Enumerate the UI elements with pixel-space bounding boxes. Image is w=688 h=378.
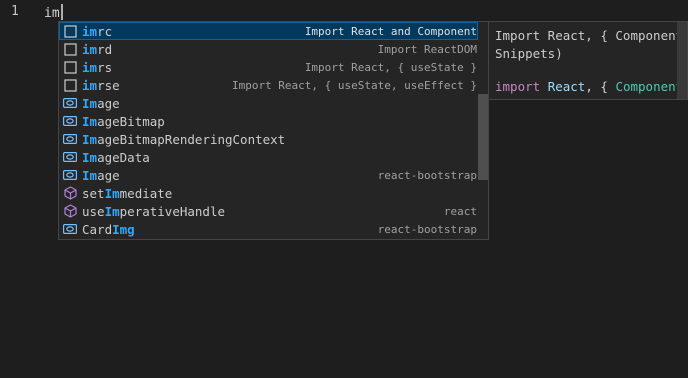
suggestion-item[interactable]: setImmediate: [59, 184, 478, 202]
suggestion-match-highlight: im: [82, 23, 98, 39]
suggestion-docs-panel: Import React, { Component } Snippets) im…: [489, 21, 688, 100]
variable-icon: [63, 132, 77, 146]
suggestion-label: Image: [82, 95, 120, 111]
suggestion-detail: react: [443, 204, 477, 218]
snippet-icon: [63, 78, 77, 92]
suggestion-label: CardImg: [82, 221, 135, 237]
line-number: 1: [11, 4, 19, 19]
suggestion-item[interactable]: ImageBitmap: [59, 112, 478, 130]
suggestion-label: imrd: [82, 41, 113, 57]
docs-code-keyword: import: [495, 79, 541, 94]
suggestion-label: setImmediate: [82, 185, 173, 201]
suggestion-label: useImperativeHandle: [82, 203, 225, 219]
suggestion-label: imrc: [82, 23, 113, 39]
suggestion-detail: react-bootstrap: [377, 168, 477, 182]
snippet-icon: [63, 24, 77, 38]
suggestion-match-highlight: Im: [82, 167, 98, 183]
suggestion-scrollbar[interactable]: [478, 94, 488, 180]
suggestion-detail: Import React and Component: [304, 24, 477, 38]
snippet-icon: [63, 42, 77, 56]
variable-icon: [63, 168, 77, 182]
text-cursor: [60, 4, 63, 20]
docs-code-separator: , {: [585, 79, 616, 94]
suggestion-label: imrs: [82, 59, 113, 75]
suggestion-item[interactable]: CardImg react-bootstrap: [59, 220, 478, 238]
method-icon: [63, 204, 77, 218]
snippet-icon: [63, 60, 77, 74]
variable-icon: [63, 222, 77, 236]
suggestion-match-highlight: im: [82, 77, 98, 93]
suggestion-detail: Import React, { useState }: [304, 60, 477, 74]
docs-code-sample: import React, { Component }: [495, 79, 687, 94]
suggestion-detail: Import ReactDOM: [377, 42, 477, 56]
suggestion-match-highlight: Img: [112, 221, 135, 237]
docs-scrollbar[interactable]: [677, 22, 687, 99]
suggestion-item[interactable]: imrs Import React, { useState }: [59, 58, 478, 76]
suggestion-detail: Import React, { useState, useEffect }: [231, 78, 477, 92]
suggestion-item[interactable]: imrse Import React, { useState, useEffect…: [59, 76, 478, 94]
suggestion-detail: react-bootstrap: [377, 222, 477, 236]
suggestion-item[interactable]: useImperativeHandle react: [59, 202, 478, 220]
suggestion-label: ImageData: [82, 149, 150, 165]
code-line[interactable]: im: [44, 4, 63, 21]
suggestion-match-highlight: Im: [104, 185, 120, 201]
line-gutter: 1: [0, 0, 40, 378]
docs-detail: Import React, { Component } Snippets): [495, 28, 684, 61]
suggestion-label: ImageBitmapRenderingContext: [82, 131, 286, 147]
suggestion-match-highlight: Im: [82, 149, 98, 165]
method-icon: [63, 186, 77, 200]
variable-icon: [63, 96, 77, 110]
suggestion-item[interactable]: imrd Import ReactDOM: [59, 40, 478, 58]
suggestion-label: imrse: [82, 77, 120, 93]
suggestion-item[interactable]: ImageData: [59, 148, 478, 166]
suggestion-match-highlight: Im: [82, 113, 98, 129]
variable-icon: [63, 150, 77, 164]
suggestion-item[interactable]: imrc Import React and Component: [59, 22, 478, 40]
suggestion-match-highlight: Im: [82, 131, 98, 147]
suggestion-match-highlight: im: [82, 59, 98, 75]
suggestion-match-highlight: im: [82, 41, 98, 57]
suggestion-label: ImageBitmap: [82, 113, 165, 129]
docs-code-name: React: [547, 79, 586, 94]
suggestion-item[interactable]: Image react-bootstrap: [59, 166, 478, 184]
suggestion-item[interactable]: Image: [59, 94, 478, 112]
variable-icon: [63, 114, 77, 128]
suggestion-item[interactable]: ImageBitmapRenderingContext: [59, 130, 478, 148]
suggestion-match-highlight: Im: [104, 203, 120, 219]
suggestion-label: Image: [82, 167, 120, 183]
typed-text: im: [44, 6, 60, 21]
suggestion-widget: imrc Import React and Component imrd Import…: [58, 21, 489, 240]
suggestion-match-highlight: Im: [82, 95, 98, 111]
docs-code-class: Component: [615, 79, 684, 94]
